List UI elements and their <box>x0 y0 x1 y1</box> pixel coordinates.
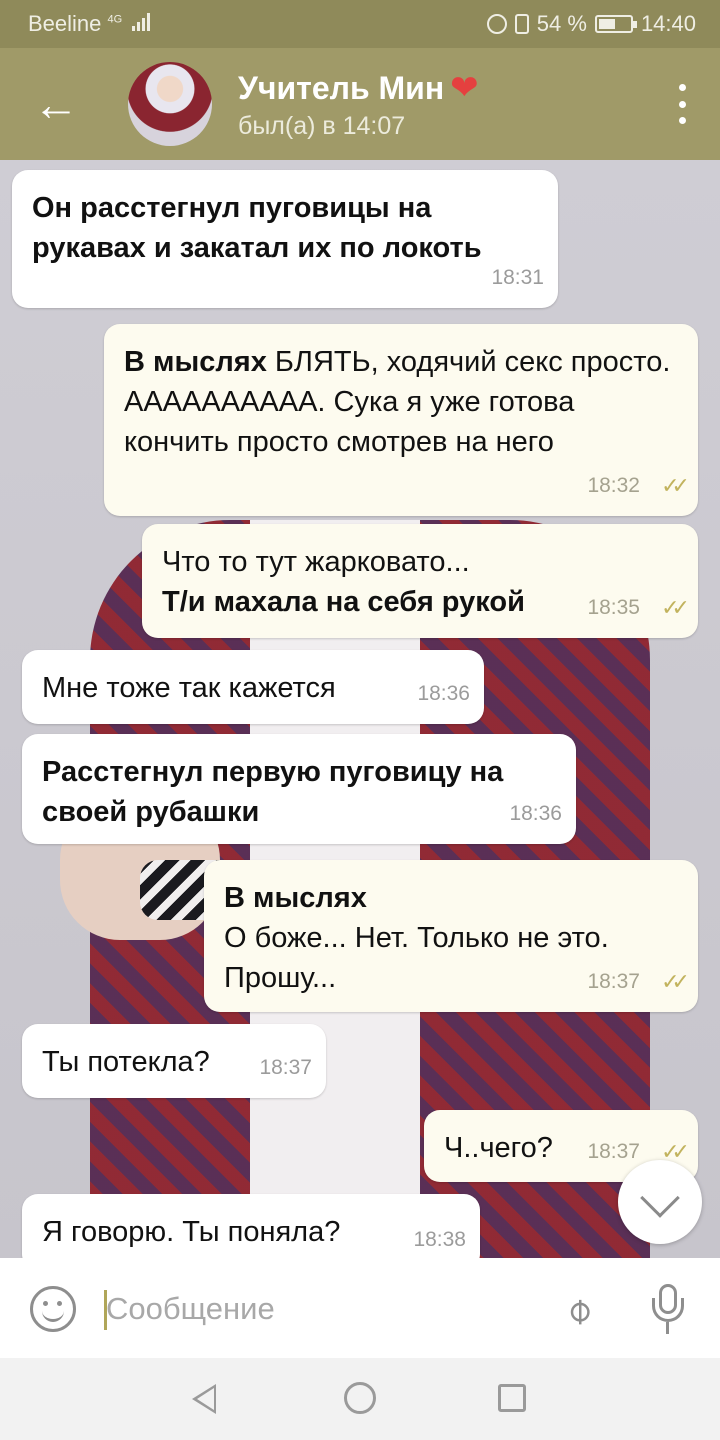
emoji-icon[interactable] <box>30 1286 76 1332</box>
message-text: Ч..чего? <box>444 1132 553 1164</box>
chat-header: ← Учитель Мин ❤ был(а) в 14:07 <box>0 48 720 160</box>
message-time: 18:35 <box>587 596 640 619</box>
contact-name[interactable]: Учитель Мин ❤ <box>238 68 479 108</box>
message-outgoing[interactable]: Что то тут жарковато... Т/и махала на се… <box>142 524 698 638</box>
back-button[interactable]: ← <box>28 78 84 130</box>
battery-icon <box>594 15 637 33</box>
message-text: Мне тоже так кажется <box>42 672 336 704</box>
message-time: 18:38 <box>413 1228 466 1251</box>
system-nav-bar <box>0 1358 720 1440</box>
read-check-icon: ✓✓ <box>661 969 690 994</box>
message-text-bold: В мыслях <box>124 346 267 378</box>
message-time: 18:31 <box>491 266 544 289</box>
nav-back-icon[interactable] <box>192 1384 216 1414</box>
nav-recents-icon[interactable] <box>498 1384 526 1412</box>
more-menu-button[interactable] <box>674 84 690 124</box>
message-incoming[interactable]: Расстегнул первую пуговицу на своей руба… <box>22 734 576 844</box>
carrier-label: Beeline 4G <box>28 11 151 37</box>
chat-area[interactable]: Он расстегнул пуговицы на рукавах и зака… <box>0 160 720 1258</box>
read-check-icon: ✓✓ <box>661 473 690 498</box>
alarm-icon <box>486 14 507 34</box>
message-input[interactable] <box>106 1284 526 1334</box>
carrier-name: Beeline <box>28 11 102 36</box>
message-text: Я говорю. Ты поняла? <box>42 1216 341 1248</box>
read-check-icon: ✓✓ <box>661 595 690 620</box>
message-incoming[interactable]: Он расстегнул пуговицы на рукавах и зака… <box>12 170 558 308</box>
vibrate-icon <box>514 14 529 34</box>
arrow-left-icon: ← <box>33 78 79 130</box>
message-time: 18:32 <box>587 474 640 497</box>
status-right: 54 % 14:40 <box>486 11 696 37</box>
clock: 14:40 <box>640 11 696 36</box>
message-incoming[interactable]: Ты потекла? 18:37 <box>22 1024 326 1098</box>
heart-icon: ❤ <box>450 69 479 107</box>
message-time: 18:37 <box>587 1140 640 1163</box>
contact-name-text: Учитель Мин <box>238 70 445 106</box>
contact-avatar[interactable] <box>128 62 212 146</box>
message-text: Что то тут жарковато... <box>162 546 470 578</box>
message-input-bar: ⌀ <box>0 1258 720 1358</box>
last-seen-status: был(а) в 14:07 <box>238 112 406 140</box>
microphone-icon[interactable] <box>648 1284 688 1336</box>
scroll-down-button[interactable] <box>618 1160 702 1244</box>
chevron-down-icon <box>640 1178 680 1218</box>
nav-home-icon[interactable] <box>344 1382 376 1414</box>
signal-icon <box>132 13 151 31</box>
message-text: Он расстегнул пуговицы на рукавах и зака… <box>32 192 482 264</box>
message-text-bold: В мыслях <box>224 882 367 914</box>
message-time: 18:37 <box>587 970 640 993</box>
message-text: Расстегнул первую пуговицу на своей руба… <box>42 756 504 828</box>
message-time: 18:36 <box>417 682 470 705</box>
paperclip-icon[interactable]: ⌀ <box>547 1279 609 1341</box>
message-incoming[interactable]: Я говорю. Ты поняла? 18:38 <box>22 1194 480 1258</box>
message-incoming[interactable]: Мне тоже так кажется 18:36 <box>22 650 484 724</box>
status-bar: Beeline 4G 54 % 14:40 <box>0 0 720 48</box>
more-vertical-icon <box>678 84 686 91</box>
message-time: 18:37 <box>259 1056 312 1079</box>
message-outgoing[interactable]: В мыслях БЛЯТЬ, ходячий секс просто. ААА… <box>104 324 698 516</box>
message-outgoing[interactable]: В мыслях О боже... Нет. Только не это. П… <box>204 860 698 1012</box>
message-text: Ты потекла? <box>42 1046 210 1078</box>
battery-percent: 54 % <box>536 11 587 36</box>
network-type: 4G <box>107 13 123 26</box>
message-time: 18:36 <box>509 802 562 825</box>
